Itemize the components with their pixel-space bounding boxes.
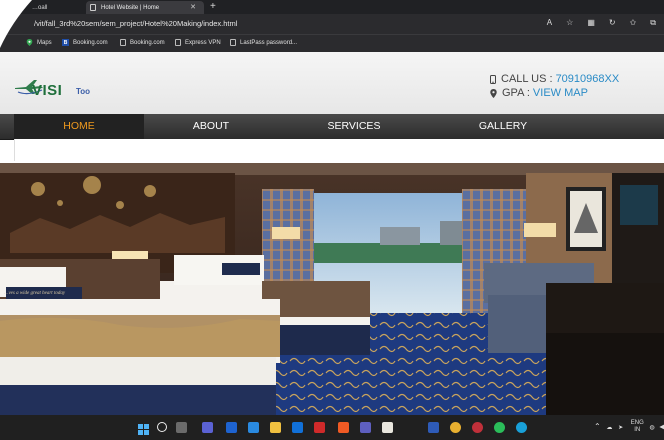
refresh-icon[interactable]: ↻	[609, 18, 616, 28]
call-row: CALL US : 70910968XX	[490, 72, 619, 86]
page-icon	[230, 39, 236, 46]
wifi-icon[interactable]: ◍	[649, 425, 654, 431]
notepad-icon[interactable]	[382, 422, 393, 433]
system-tray: ⌃ ☁ ➤ ENG IN ◍ ◀	[594, 420, 664, 434]
vscode-icon[interactable]	[248, 422, 259, 433]
tab-previous[interactable]: …oall	[32, 1, 82, 14]
windows-taskbar: ⌃ ☁ ➤ ENG IN ◍ ◀	[0, 415, 664, 440]
address-bar: /vit/fall_3rd%20sem/sem_project/Hotel%20…	[0, 14, 664, 34]
cloud-icon[interactable]: ☁	[606, 425, 612, 431]
site-header: VISI Too CALL US : 70910968XX GPA : VIEW…	[0, 52, 664, 114]
region-label[interactable]: IN	[634, 427, 640, 433]
chrome-icon[interactable]	[450, 422, 461, 433]
edge-icon[interactable]	[516, 422, 527, 433]
hero-image: …ves a wide great heart today	[0, 163, 664, 415]
tab-previous-label: …oall	[32, 4, 48, 11]
logo-text: VISI	[32, 82, 63, 99]
bookmark-booking-1[interactable]: B Booking.com	[62, 39, 108, 46]
bookmark-label: Booking.com	[130, 39, 165, 46]
bookmark-express-vpn[interactable]: Express VPN	[175, 39, 221, 46]
mail-icon[interactable]	[292, 422, 303, 433]
bookmark-booking-2[interactable]: Booking.com	[120, 39, 165, 46]
chrome-profile-icon[interactable]	[494, 422, 505, 433]
call-number-link[interactable]: 70910968XX	[556, 72, 620, 86]
maps-icon	[26, 39, 33, 46]
tab-hotel-website[interactable]: Hotel Website | Home ✕	[86, 1, 204, 14]
browser-tab-bar: …oall Hotel Website | Home ✕ +	[0, 0, 664, 14]
dropbox-icon[interactable]	[226, 422, 237, 433]
location-icon[interactable]: ➤	[618, 425, 623, 431]
nav-gallery[interactable]: GALLERY	[438, 114, 568, 139]
contact-info: CALL US : 70910968XX GPA : VIEW MAP	[490, 72, 619, 100]
pillow-text: …ves a wide great heart today	[4, 291, 66, 296]
tab-active-label: Hotel Website | Home	[101, 4, 160, 11]
phone-icon	[490, 74, 496, 84]
bookmark-label: Express VPN	[185, 39, 221, 46]
start-icon[interactable]	[138, 422, 149, 435]
page-icon	[90, 4, 96, 11]
split-screen-icon[interactable]: ▦	[587, 18, 595, 28]
teams-chat-icon[interactable]	[202, 422, 213, 433]
favorites-icon[interactable]: ✩	[630, 18, 637, 28]
tray-chevron-icon[interactable]: ⌃	[594, 422, 601, 431]
collections-icon[interactable]: ⧉	[650, 18, 656, 28]
booking-icon: B	[62, 39, 69, 46]
read-aloud-icon[interactable]: A	[547, 18, 552, 28]
logo-subtext: Too	[76, 87, 91, 96]
search-icon[interactable]	[157, 422, 167, 432]
volume-icon[interactable]: ◀	[659, 425, 664, 431]
favorite-add-icon[interactable]: ☆	[566, 18, 573, 28]
opera-icon[interactable]	[472, 422, 483, 433]
hotel-room-illustration	[0, 163, 664, 415]
language-label[interactable]: ENG	[631, 420, 644, 426]
bookmark-label: Maps	[37, 39, 52, 46]
site-logo[interactable]: VISI Too	[14, 76, 114, 102]
bookmark-lastpass[interactable]: LastPass password...	[230, 39, 297, 46]
main-nav: HOME ABOUT SERVICES GALLERY	[0, 114, 664, 140]
task-view-icon[interactable]	[176, 422, 187, 433]
new-tab-button[interactable]: +	[210, 0, 216, 14]
teams-icon[interactable]	[360, 422, 371, 433]
page-icon	[120, 39, 126, 46]
view-map-link[interactable]: VIEW MAP	[533, 86, 588, 100]
brave-icon[interactable]	[338, 422, 349, 433]
call-label: CALL US :	[501, 73, 553, 85]
toolbar-icons: A ☆ ▦ ↻ ✩ ⧉	[547, 18, 656, 28]
bookmarks-bar: Maps B Booking.com Booking.com Express V…	[0, 34, 664, 53]
nav-about[interactable]: ABOUT	[146, 114, 276, 139]
map-pin-icon	[490, 88, 497, 98]
word-icon[interactable]	[428, 422, 439, 433]
nav-home[interactable]: HOME	[14, 114, 144, 139]
nav-services[interactable]: SERVICES	[288, 114, 420, 139]
url-field[interactable]: /vit/fall_3rd%20sem/sem_project/Hotel%20…	[34, 19, 237, 28]
bookmark-maps[interactable]: Maps	[26, 39, 52, 46]
gpa-label: GPA :	[502, 87, 530, 99]
app-red-icon[interactable]	[314, 422, 325, 433]
close-tab-icon[interactable]: ✕	[190, 3, 196, 11]
content-spacer	[14, 139, 664, 161]
gpa-row: GPA : VIEW MAP	[490, 86, 619, 100]
file-explorer-icon[interactable]	[270, 422, 281, 433]
bookmark-label: Booking.com	[73, 39, 108, 46]
page-icon	[175, 39, 181, 46]
bookmark-label: LastPass password...	[240, 39, 298, 46]
